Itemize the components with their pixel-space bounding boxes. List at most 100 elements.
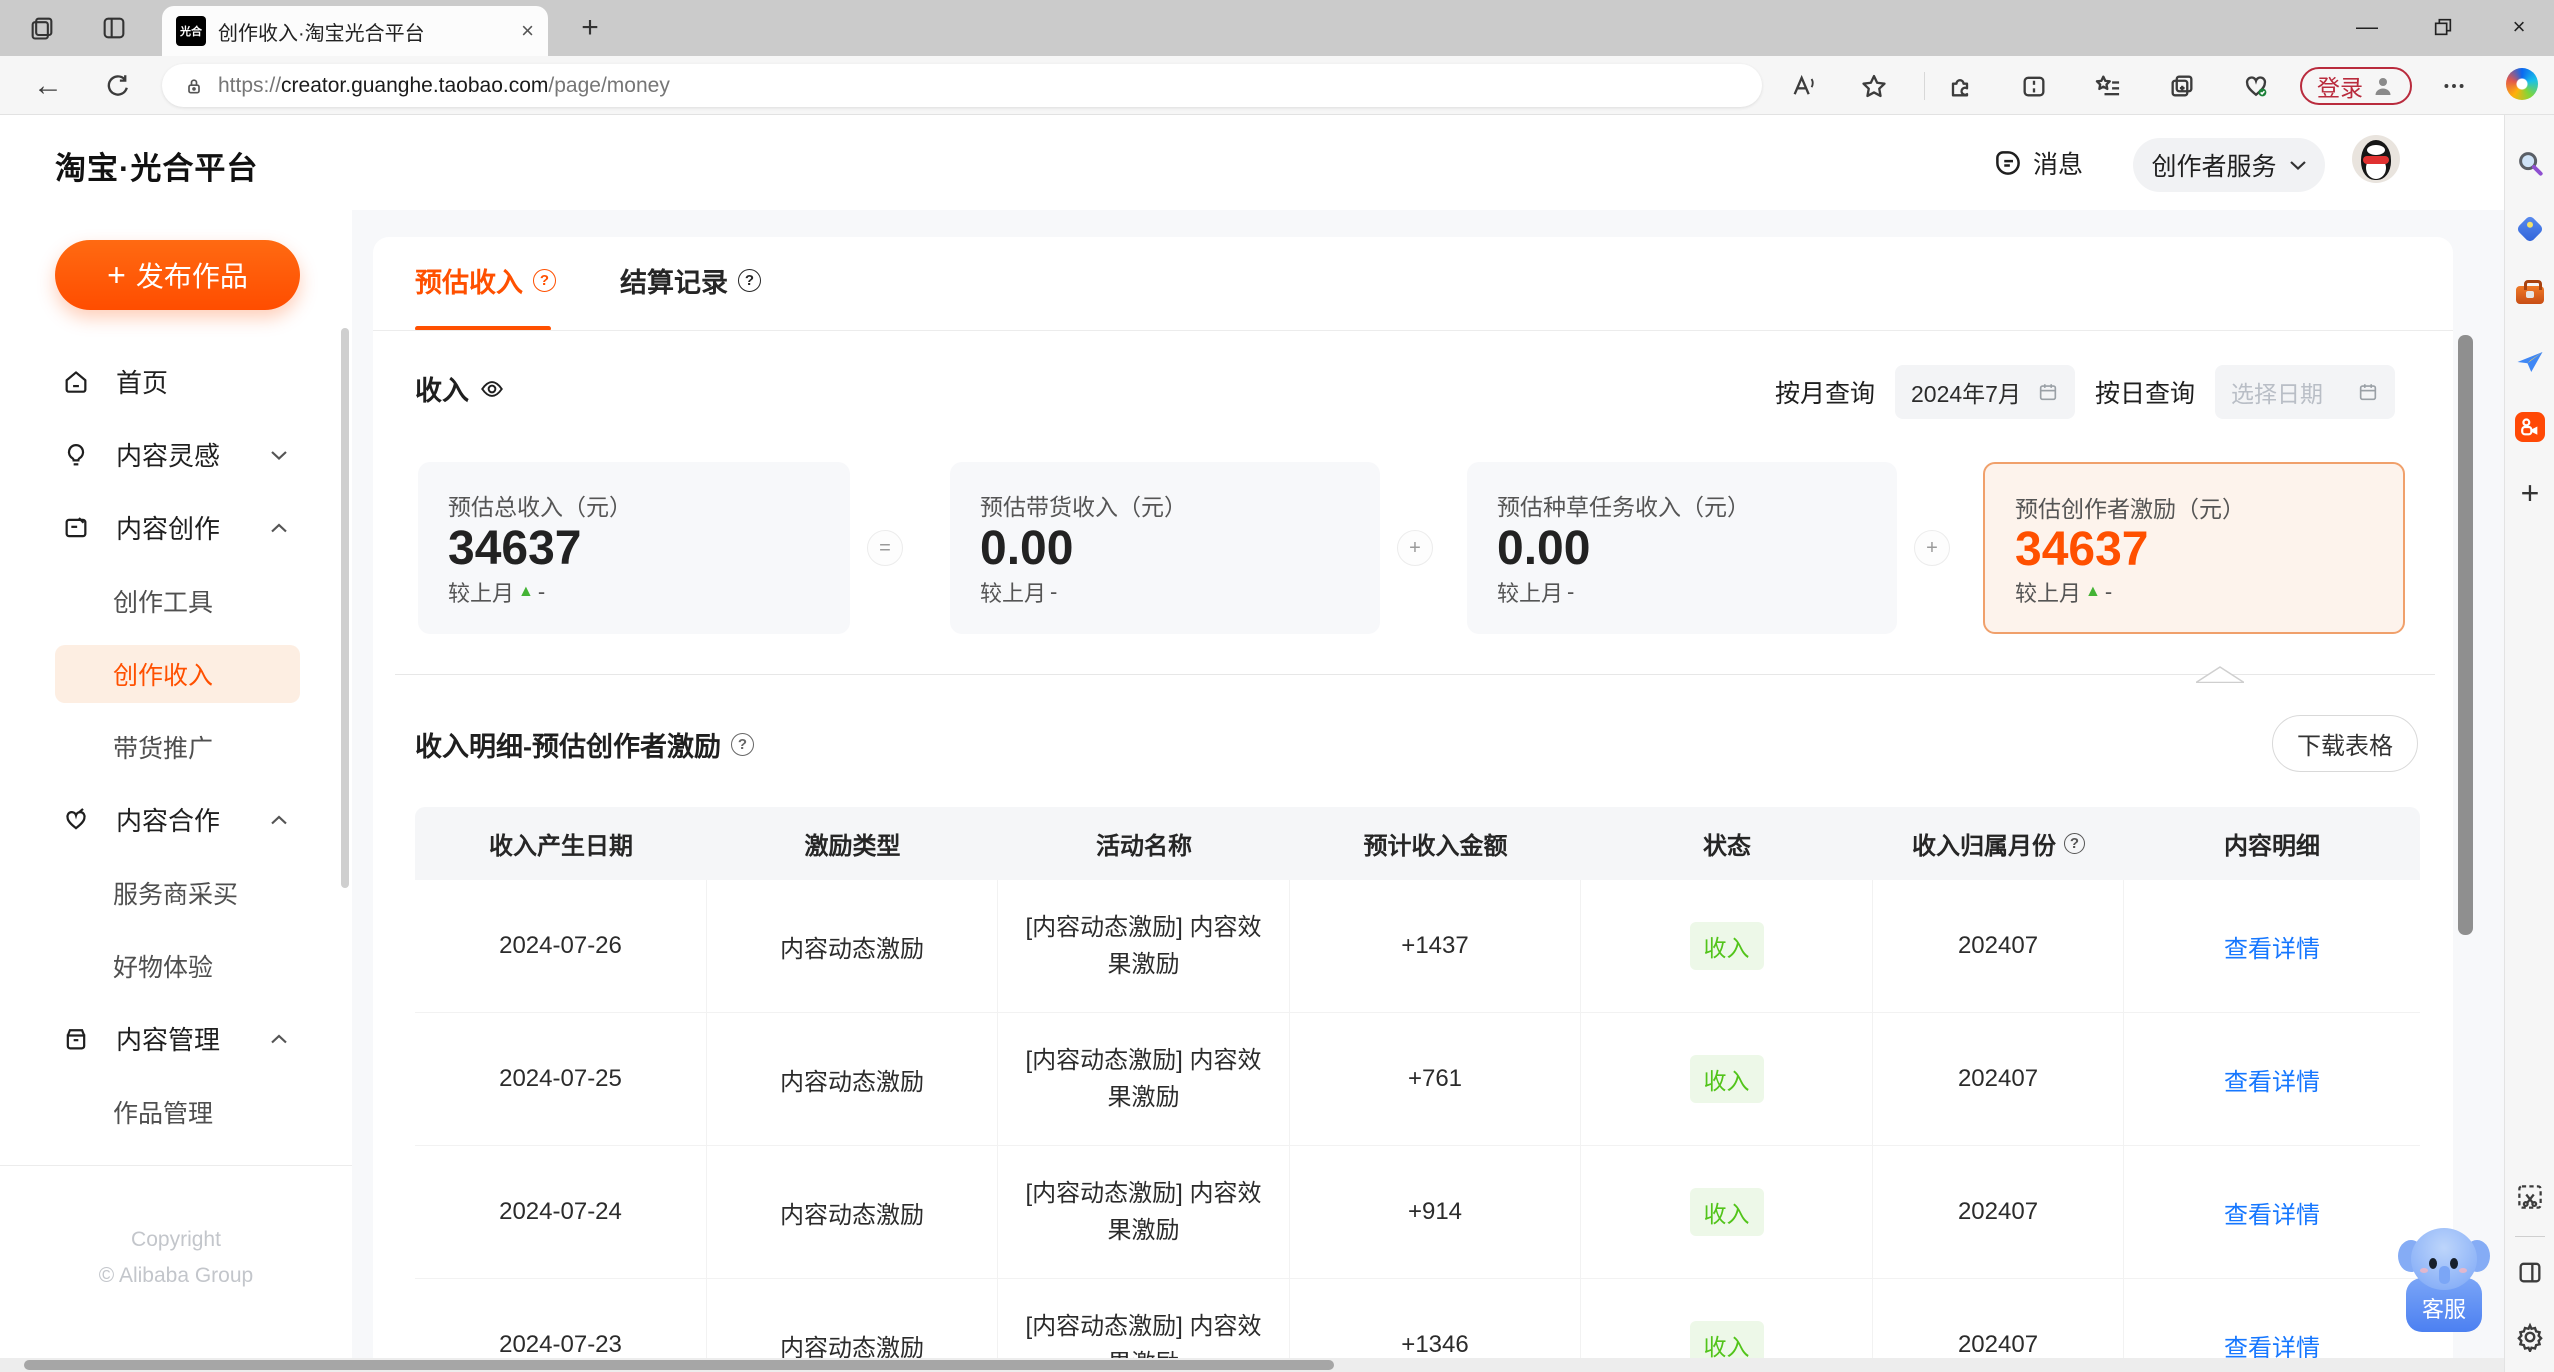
window-minimize-button[interactable]: — [2338,6,2396,48]
sidebar-label-creation: 内容创作 [116,514,221,544]
settings-more-icon[interactable] [2432,64,2476,108]
card-task-income[interactable]: 预估种草任务收入（元） 0.00 较上月 - [1467,462,1897,634]
day-picker[interactable]: 选择日期 [2215,365,2395,419]
card-creator-incentive[interactable]: 预估创作者激励（元） 34637 较上月 ▲ - [1983,462,2405,634]
sidebar-item-home[interactable]: 首页 [0,345,352,418]
kuaishou-icon[interactable] [2513,410,2547,444]
sidebar-item-creation-tools[interactable]: 创作工具 [0,564,352,637]
window-titlebar: 光合 创作收入·淘宝光合平台 × + — × [0,0,2554,56]
search-icon[interactable] [2513,146,2547,180]
publish-work-button[interactable]: + 发布作品 [55,240,300,310]
tab-settlement-record[interactable]: 结算记录? [620,261,761,300]
sidebar-item-creation[interactable]: 内容创作 [0,491,352,564]
browser-essentials-icon[interactable] [2234,64,2278,108]
customer-service-button[interactable]: 客服 [2398,1228,2490,1334]
tab-estimated-income[interactable]: 预估收入? [415,261,556,300]
sidebar-scrollbar[interactable] [341,328,349,888]
sidebar-label-inspiration: 内容灵感 [116,441,221,471]
help-icon[interactable]: ? [2064,833,2085,854]
tab-close-icon[interactable]: × [521,18,534,44]
login-label: 登录 [2317,75,2363,101]
sidebar-item-creation-income[interactable]: 创作收入 [0,637,352,710]
card-goods-income[interactable]: 预估带货收入（元） 0.00 较上月 - [950,462,1380,634]
trend-up-icon: ▲ [518,583,534,600]
sidebar-item-service-purchase[interactable]: 服务商采买 [0,856,352,929]
extensions-icon[interactable] [1938,64,1982,108]
address-bar[interactable]: https://creator.guanghe.taobao.com/page/… [162,64,1762,107]
edit-square-icon [62,514,90,542]
favorites-bar-icon[interactable] [2086,64,2130,108]
trend-up-icon: ▲ [2085,583,2101,600]
sidebar-label-cooperation: 内容合作 [116,806,221,836]
shopping-icon[interactable] [2513,212,2547,246]
income-detail-table: 收入产生日期 激励类型 活动名称 预计收入金额 状态 收入归属月份? 内容明细 … [415,807,2420,1372]
creator-service-label: 创作者服务 [2151,153,2277,181]
card-total-income[interactable]: 预估总收入（元） 34637 较上月 ▲ - [418,462,850,634]
read-aloud-icon[interactable] [1782,64,1826,108]
site-logo[interactable]: 淘宝·光合平台 [55,143,258,188]
new-tab-button[interactable]: + [570,10,610,46]
sidebar-item-inspiration[interactable]: 内容灵感 [0,418,352,491]
tab-actions-icon[interactable] [98,12,130,44]
plus-operator: + [1397,530,1433,566]
add-sidebar-icon[interactable]: + [2513,475,2547,511]
detail-section-title: 收入明细-预估创作者激励? [415,725,754,764]
month-picker[interactable]: 2024年7月 [1894,365,2075,419]
sidebar-item-works-management[interactable]: 作品管理 [0,1075,352,1148]
sidebar-toggle-icon[interactable] [2513,1255,2547,1289]
help-icon[interactable]: ? [533,269,556,292]
table-row: 2024-07-24 内容动态激励 [内容动态激励] 内容效果激励 +914 收… [415,1146,2420,1279]
back-icon[interactable]: ← [26,64,70,108]
main-content-card: 预估收入? 结算记录? 收入 按月查询 2024年7月 按日查询 选择日期 预估… [373,237,2453,1372]
person-icon [2375,78,2391,95]
split-screen-icon[interactable] [2012,64,2056,108]
help-icon[interactable]: ? [731,733,754,756]
lightbulb-icon [62,441,90,469]
user-avatar[interactable] [2352,135,2400,183]
sidebar-item-management[interactable]: 内容管理 [0,1002,352,1075]
active-browser-tab[interactable]: 光合 创作收入·淘宝光合平台 × [162,6,548,56]
download-table-button[interactable]: 下载表格 [2272,715,2418,772]
send-plane-icon[interactable] [2513,345,2547,379]
table-row: 2024-07-25 内容动态激励 [内容动态激励] 内容效果激励 +761 收… [415,1013,2420,1146]
workspaces-icon[interactable] [26,12,58,44]
lock-icon [184,76,204,96]
view-detail-link[interactable]: 查看详情 [2224,1195,2320,1230]
eye-icon[interactable] [479,376,505,402]
site-header: 淘宝·光合平台 消息 创作者服务 [0,115,2504,210]
selected-card-caret [2196,666,2244,683]
toolbox-icon[interactable] [2513,278,2547,312]
view-detail-link[interactable]: 查看详情 [2224,929,2320,964]
window-close-button[interactable]: × [2490,6,2548,48]
sidebar-label-home: 首页 [116,368,169,398]
table-header-row: 收入产生日期 激励类型 活动名称 预计收入金额 状态 收入归属月份? 内容明细 [415,807,2420,880]
page-horizontal-scrollbar[interactable] [24,1360,1334,1370]
browser-window: 光合 创作收入·淘宝光合平台 × + — × ← https://creator… [0,0,2554,1372]
login-button[interactable]: 登录 [2300,67,2412,105]
table-row: 2024-07-26 内容动态激励 [内容动态激励] 内容效果激励 +1437 … [415,880,2420,1013]
sidebar-item-cooperation[interactable]: 内容合作 [0,783,352,856]
heart-hands-icon [62,806,90,834]
refresh-icon[interactable] [96,64,140,108]
site-sidebar: + 发布作品 首页 内容灵感 内容创作 创作工具 创作收入 带货推广 内容合作 … [0,210,352,1372]
page-vertical-scrollbar[interactable] [2458,335,2473,935]
screenshot-icon[interactable] [2513,1180,2547,1214]
settings-gear-icon[interactable] [2513,1320,2547,1354]
publish-label: 发布作品 [135,261,248,292]
sidebar-item-promotion[interactable]: 带货推广 [0,710,352,783]
favorite-star-icon[interactable] [1852,64,1896,108]
plus-operator: + [1914,530,1950,566]
creator-service-dropdown[interactable]: 创作者服务 [2133,138,2325,192]
collections-icon[interactable] [2160,64,2204,108]
toolbar-separator [1924,72,1925,100]
section-divider [395,674,2435,675]
copilot-icon[interactable] [2506,68,2538,100]
sidebar-item-goods-experience[interactable]: 好物体验 [0,929,352,1002]
status-badge: 收入 [1689,922,1764,970]
view-detail-link[interactable]: 查看详情 [2224,1062,2320,1097]
messages-label: 消息 [2033,151,2084,179]
messages-button[interactable]: 消息 [1993,143,2083,183]
date-query-bar: 按月查询 2024年7月 按日查询 选择日期 [1775,365,2395,419]
window-restore-button[interactable] [2414,6,2472,48]
help-icon[interactable]: ? [738,269,761,292]
